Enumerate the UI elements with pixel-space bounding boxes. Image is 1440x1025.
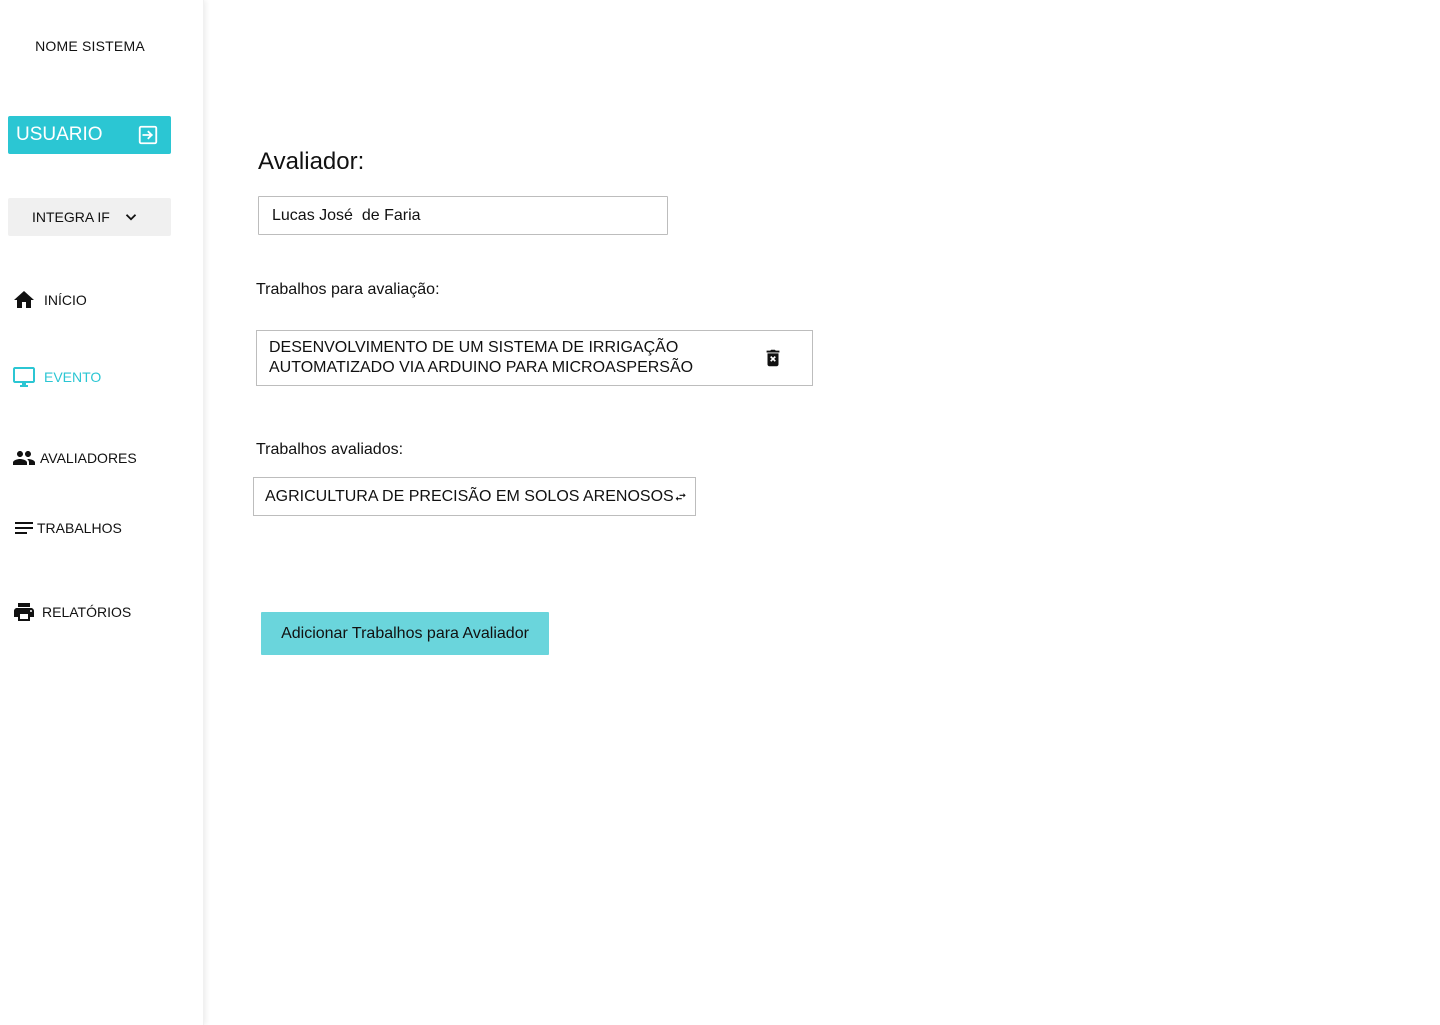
sidebar-item-label: TRABALHOS xyxy=(37,520,122,536)
list-lines-icon xyxy=(15,522,33,534)
user-button-label: USUARIO xyxy=(16,124,103,145)
app-title: NOME SISTEMA xyxy=(35,38,145,54)
swap-icon[interactable] xyxy=(674,486,687,508)
monitor-icon xyxy=(13,367,35,387)
org-select-value: INTEGRA IF xyxy=(32,209,110,225)
sidebar-item-evento[interactable]: EVENTO xyxy=(12,365,101,389)
evaluated-work-item: AGRICULTURA DE PRECISÃO EM SOLOS ARENOSO… xyxy=(253,477,696,516)
evaluated-work-title: AGRICULTURA DE PRECISÃO EM SOLOS ARENOSO… xyxy=(265,487,674,505)
evaluator-title: Avaliador: xyxy=(258,148,365,175)
sidebar-item-label: RELATÓRIOS xyxy=(42,604,132,620)
people-icon xyxy=(13,451,35,465)
sidebar-item-label: AVALIADORES xyxy=(40,450,137,466)
chevron-down-icon xyxy=(125,214,136,221)
sidebar: NOME SISTEMA USUARIO INTEGRA IF INÍCIO E… xyxy=(0,0,204,1025)
logout-icon xyxy=(138,125,158,145)
delete-icon[interactable] xyxy=(762,347,784,369)
sidebar-item-relatorios[interactable]: RELATÓRIOS xyxy=(12,600,131,624)
user-button[interactable]: USUARIO xyxy=(8,116,171,154)
sidebar-item-inicio[interactable]: INÍCIO xyxy=(12,288,87,312)
add-works-button[interactable]: Adicionar Trabalhos para Avaliador xyxy=(261,612,549,655)
evaluated-works-label: Trabalhos avaliados: xyxy=(256,441,404,458)
sidebar-item-trabalhos[interactable]: TRABALHOS xyxy=(12,516,122,540)
home-icon xyxy=(14,291,34,308)
sidebar-item-label: INÍCIO xyxy=(44,292,87,308)
sidebar-item-avaliadores[interactable]: AVALIADORES xyxy=(12,446,137,470)
pending-work-item: DESENVOLVIMENTO DE UM SISTEMA DE IRRIGAÇ… xyxy=(256,330,813,386)
printer-icon xyxy=(14,603,34,621)
org-select[interactable]: INTEGRA IF xyxy=(8,198,171,236)
pending-work-title: DESENVOLVIMENTO DE UM SISTEMA DE IRRIGAÇ… xyxy=(269,339,694,376)
sidebar-item-label: EVENTO xyxy=(44,369,102,385)
pending-works-label: Trabalhos para avaliação: xyxy=(256,281,440,298)
evaluator-input[interactable] xyxy=(258,196,668,235)
